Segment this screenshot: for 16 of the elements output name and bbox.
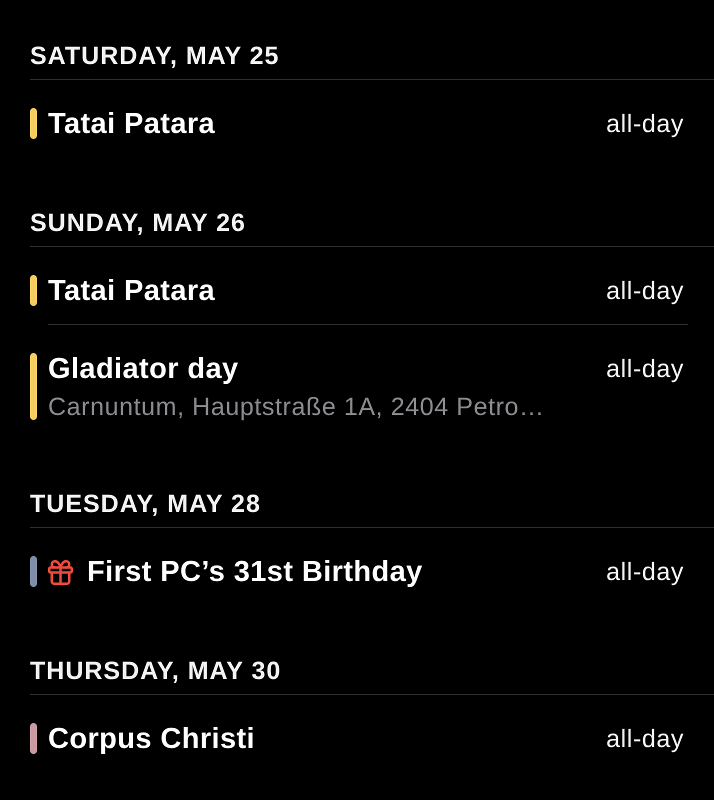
event-time: all-day [606,557,684,588]
event-title: First PC’s 31st Birthday [87,555,423,589]
event-title: Tatai Patara [48,107,216,141]
date-heading: SATURDAY, MAY 25 [30,42,280,70]
event-time: all-day [606,276,684,307]
event-time: all-day [606,109,684,140]
event-title: Gladiator day [48,352,239,386]
gift-icon [48,560,73,584]
date-heading: THURSDAY, MAY 30 [30,657,282,685]
event-time: all-day [606,354,684,385]
event-title: Tatai Patara [48,274,216,308]
date-heading: TUESDAY, MAY 28 [30,490,261,518]
event-title: Corpus Christi [48,722,255,756]
event-location: Carnuntum, Hauptstraße 1A, 2404 Petro… [48,392,546,422]
date-heading: SUNDAY, MAY 26 [30,209,246,237]
event-time: all-day [606,724,684,755]
